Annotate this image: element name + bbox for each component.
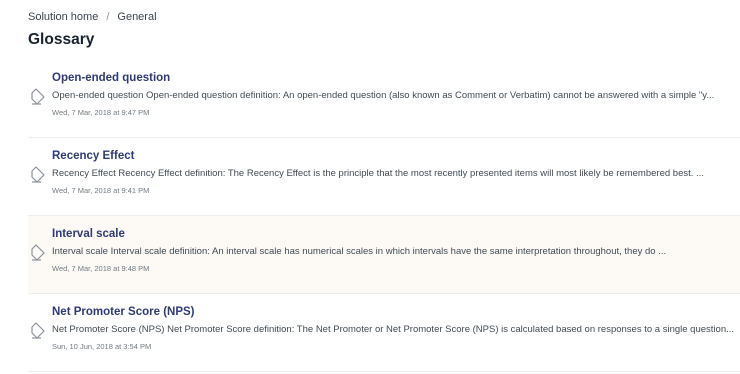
article-icon [31, 88, 45, 105]
article-item-open-ended-question[interactable]: Open-ended question Open-ended question … [28, 60, 740, 138]
article-description: Recency Effect Recency Effect definition… [52, 168, 704, 179]
article-title[interactable]: Open-ended question [52, 72, 170, 84]
article-date: Wed, 7 Mar, 2018 at 9:41 PM [52, 186, 150, 195]
article-title[interactable]: Recency Effect [52, 150, 134, 162]
article-description: Net Promoter Score (NPS) Net Promoter Sc… [52, 324, 735, 335]
article-title[interactable]: Interval scale [52, 228, 125, 240]
article-title[interactable]: Net Promoter Score (NPS) [52, 306, 195, 318]
article-date: Wed, 7 Mar, 2018 at 9:48 PM [52, 264, 150, 273]
article-icon [31, 322, 45, 339]
breadcrumb-general-link[interactable]: General [117, 11, 156, 23]
article-description: Interval scale Interval scale definition… [52, 246, 667, 257]
article-icon [31, 166, 45, 183]
article-list: Open-ended question Open-ended question … [28, 60, 740, 372]
breadcrumb-solution-home-link[interactable]: Solution home [28, 11, 98, 23]
article-item-interval-scale[interactable]: Interval scale Interval scale Interval s… [28, 216, 740, 294]
article-date: Wed, 7 Mar, 2018 at 9:47 PM [52, 108, 150, 117]
breadcrumb-separator: / [106, 11, 110, 23]
article-description: Open-ended question Open-ended question … [52, 90, 715, 101]
article-item-recency-effect[interactable]: Recency Effect Recency Effect Recency Ef… [28, 138, 740, 216]
article-icon [31, 244, 45, 261]
page-title: Glossary [28, 31, 95, 48]
article-item-net-promoter-score[interactable]: Net Promoter Score (NPS) Net Promoter Sc… [28, 294, 740, 372]
breadcrumb: Solution home / General [28, 11, 157, 23]
article-date: Sun, 10 Jun, 2018 at 3:54 PM [52, 342, 152, 351]
